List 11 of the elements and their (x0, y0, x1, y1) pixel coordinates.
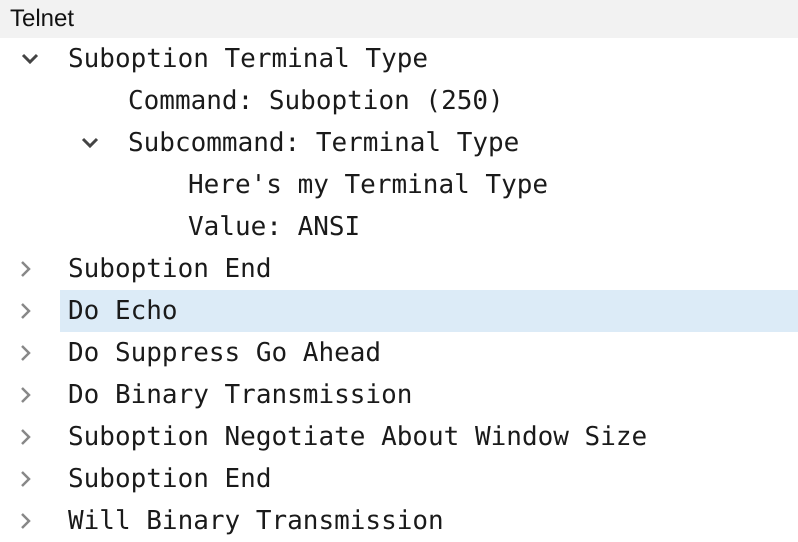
chevron-down-icon[interactable] (20, 53, 40, 65)
chevron-right-icon[interactable] (20, 343, 32, 363)
section-header: Telnet (0, 0, 798, 38)
chevron-right-icon[interactable] (20, 301, 32, 321)
tree-item[interactable]: Do Echo (60, 290, 798, 332)
chevron-right-icon[interactable] (20, 511, 32, 531)
chevron-right-icon[interactable] (20, 427, 32, 447)
chevron-right-icon[interactable] (20, 259, 32, 279)
chevron-right-icon[interactable] (20, 385, 32, 405)
chevron-down-icon[interactable] (80, 137, 100, 149)
chevron-right-icon[interactable] (20, 469, 32, 489)
